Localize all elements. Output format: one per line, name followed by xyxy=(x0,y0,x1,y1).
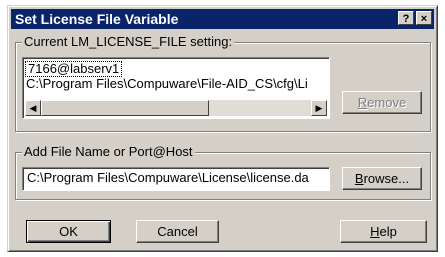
browse-button[interactable]: Browse... xyxy=(342,167,422,190)
scroll-right-icon[interactable]: ▶ xyxy=(311,100,327,116)
browse-label: rowse... xyxy=(363,171,410,186)
remove-accel: R xyxy=(357,95,368,110)
title-bar[interactable]: Set License File Variable ? × xyxy=(11,9,434,29)
remove-label: emove xyxy=(367,95,407,110)
scroll-left-icon[interactable]: ◀ xyxy=(25,100,41,116)
help-accel: H xyxy=(370,224,380,239)
license-listbox[interactable]: 7166@labserv1 C:\Program Files\Compuware… xyxy=(22,57,330,119)
ok-button[interactable]: OK xyxy=(26,220,111,243)
scrollbar-thumb[interactable] xyxy=(41,100,209,116)
add-file-group: Add File Name or Port@Host C:\Program Fi… xyxy=(15,144,431,200)
list-item[interactable]: C:\Program Files\Compuware\File-AID_CS\c… xyxy=(26,77,308,91)
file-name-input[interactable]: C:\Program Files\Compuware\License\licen… xyxy=(22,167,330,191)
list-item[interactable]: 7166@labserv1 xyxy=(25,61,123,77)
horizontal-scrollbar[interactable]: ◀ ▶ xyxy=(25,100,327,116)
current-setting-group: Current LM_LICENSE_FILE setting: 7166@la… xyxy=(15,34,431,132)
remove-button[interactable]: Remove xyxy=(342,91,422,114)
add-file-legend: Add File Name or Port@Host xyxy=(22,144,195,160)
help-label: elp xyxy=(379,224,397,239)
set-license-dialog: Set License File Variable ? × Current LM… xyxy=(7,5,438,252)
cancel-button[interactable]: Cancel xyxy=(136,220,219,243)
help-title-button[interactable]: ? xyxy=(398,11,414,25)
browse-accel: B xyxy=(354,171,364,186)
close-button[interactable]: × xyxy=(416,11,432,25)
window-title: Set License File Variable xyxy=(15,11,179,27)
current-setting-legend: Current LM_LICENSE_FILE setting: xyxy=(22,34,235,50)
help-button[interactable]: Help xyxy=(340,220,427,243)
